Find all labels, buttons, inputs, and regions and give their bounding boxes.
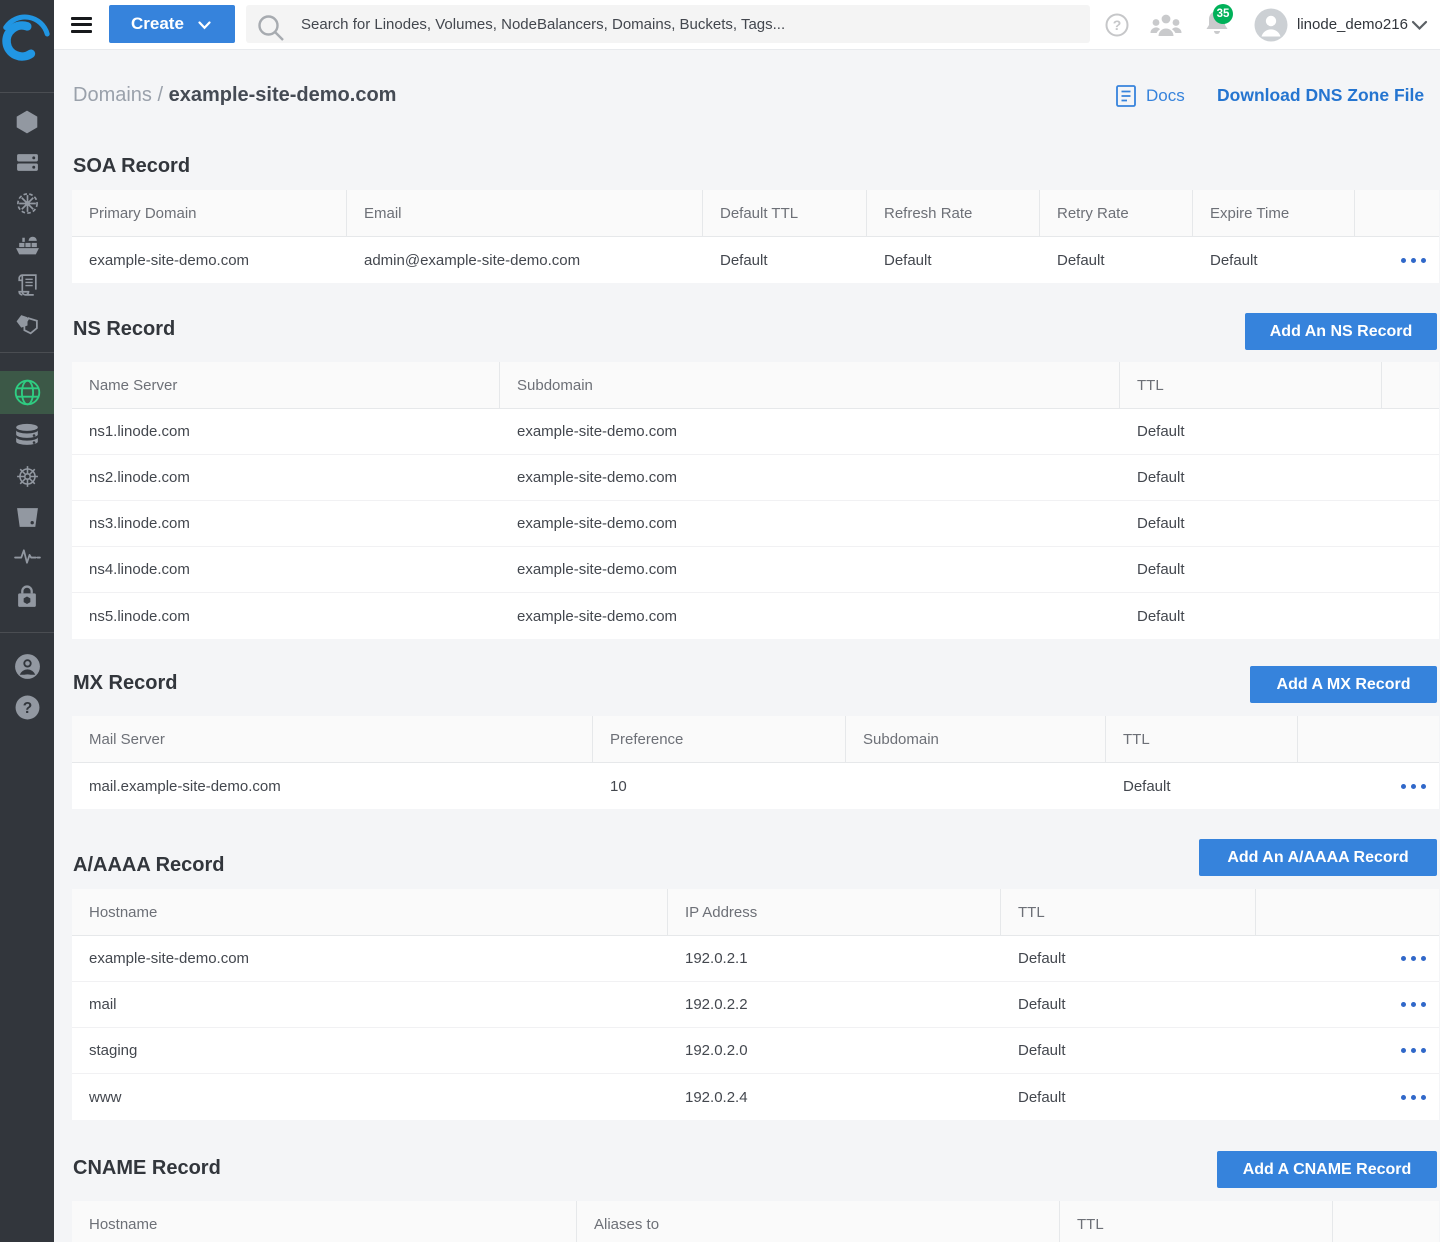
svg-text:?: ? <box>22 700 32 717</box>
svg-text:?: ? <box>1113 17 1122 33</box>
